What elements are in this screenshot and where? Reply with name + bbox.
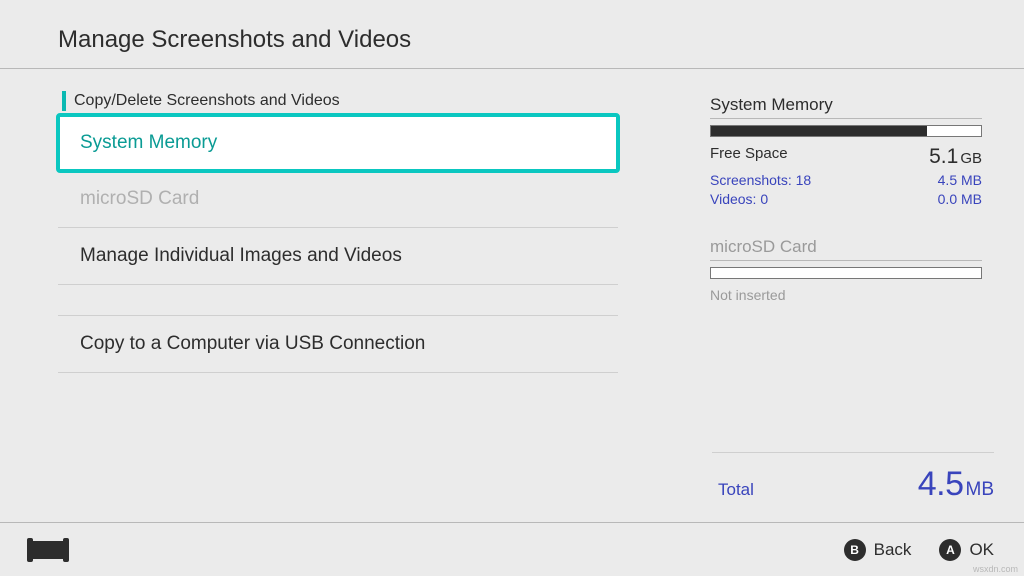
- screenshots-label: Screenshots: 18: [710, 172, 811, 188]
- microsd-block: microSD Card Not inserted: [710, 237, 982, 303]
- menu-item-microsd[interactable]: microSD Card: [58, 171, 618, 228]
- menu-item-manage-individual[interactable]: Manage Individual Images and Videos: [58, 228, 618, 285]
- section-heading: Copy/Delete Screenshots and Videos: [58, 91, 618, 111]
- section-heading-label: Copy/Delete Screenshots and Videos: [74, 92, 340, 110]
- total-value: 4.5MB: [918, 465, 994, 504]
- free-space-label: Free Space: [710, 145, 788, 169]
- main-content: Copy/Delete Screenshots and Videos Syste…: [0, 69, 1024, 499]
- menu-list: System Memory microSD Card Manage Indivi…: [58, 115, 618, 373]
- menu-item-system-memory[interactable]: System Memory: [58, 115, 618, 171]
- menu-item-copy-usb[interactable]: Copy to a Computer via USB Connection: [58, 315, 618, 373]
- total-row: Total 4.5MB: [712, 452, 994, 504]
- ok-label: OK: [969, 540, 994, 560]
- screenshots-row[interactable]: Screenshots: 18 4.5 MB: [710, 172, 982, 188]
- a-button-icon: A: [939, 539, 961, 561]
- system-memory-bar-fill: [711, 126, 927, 136]
- free-space-value: 5.1GB: [929, 145, 982, 169]
- microsd-status: Not inserted: [710, 287, 982, 303]
- storage-column: System Memory Free Space 5.1GB Screensho…: [710, 91, 982, 499]
- free-space-row: Free Space 5.1GB: [710, 145, 982, 169]
- back-label: Back: [874, 540, 912, 560]
- videos-label: Videos: 0: [710, 191, 768, 207]
- screenshots-size: 4.5 MB: [938, 172, 982, 188]
- controller-icon[interactable]: [30, 541, 66, 559]
- page-header: Manage Screenshots and Videos: [0, 0, 1024, 69]
- b-button-icon: B: [844, 539, 866, 561]
- videos-size: 0.0 MB: [938, 191, 982, 207]
- system-memory-bar: [710, 125, 982, 137]
- videos-row[interactable]: Videos: 0 0.0 MB: [710, 191, 982, 207]
- menu-column: Copy/Delete Screenshots and Videos Syste…: [58, 91, 618, 499]
- watermark: wsxdn.com: [973, 564, 1018, 574]
- total-label: Total: [712, 480, 754, 500]
- microsd-title: microSD Card: [710, 237, 982, 261]
- system-memory-title: System Memory: [710, 95, 982, 119]
- microsd-bar: [710, 267, 982, 279]
- footer: B Back A OK: [0, 522, 1024, 576]
- back-button[interactable]: B Back: [844, 539, 912, 561]
- ok-button[interactable]: A OK: [939, 539, 994, 561]
- page-title: Manage Screenshots and Videos: [58, 26, 1024, 54]
- system-memory-block: System Memory Free Space 5.1GB Screensho…: [710, 95, 982, 207]
